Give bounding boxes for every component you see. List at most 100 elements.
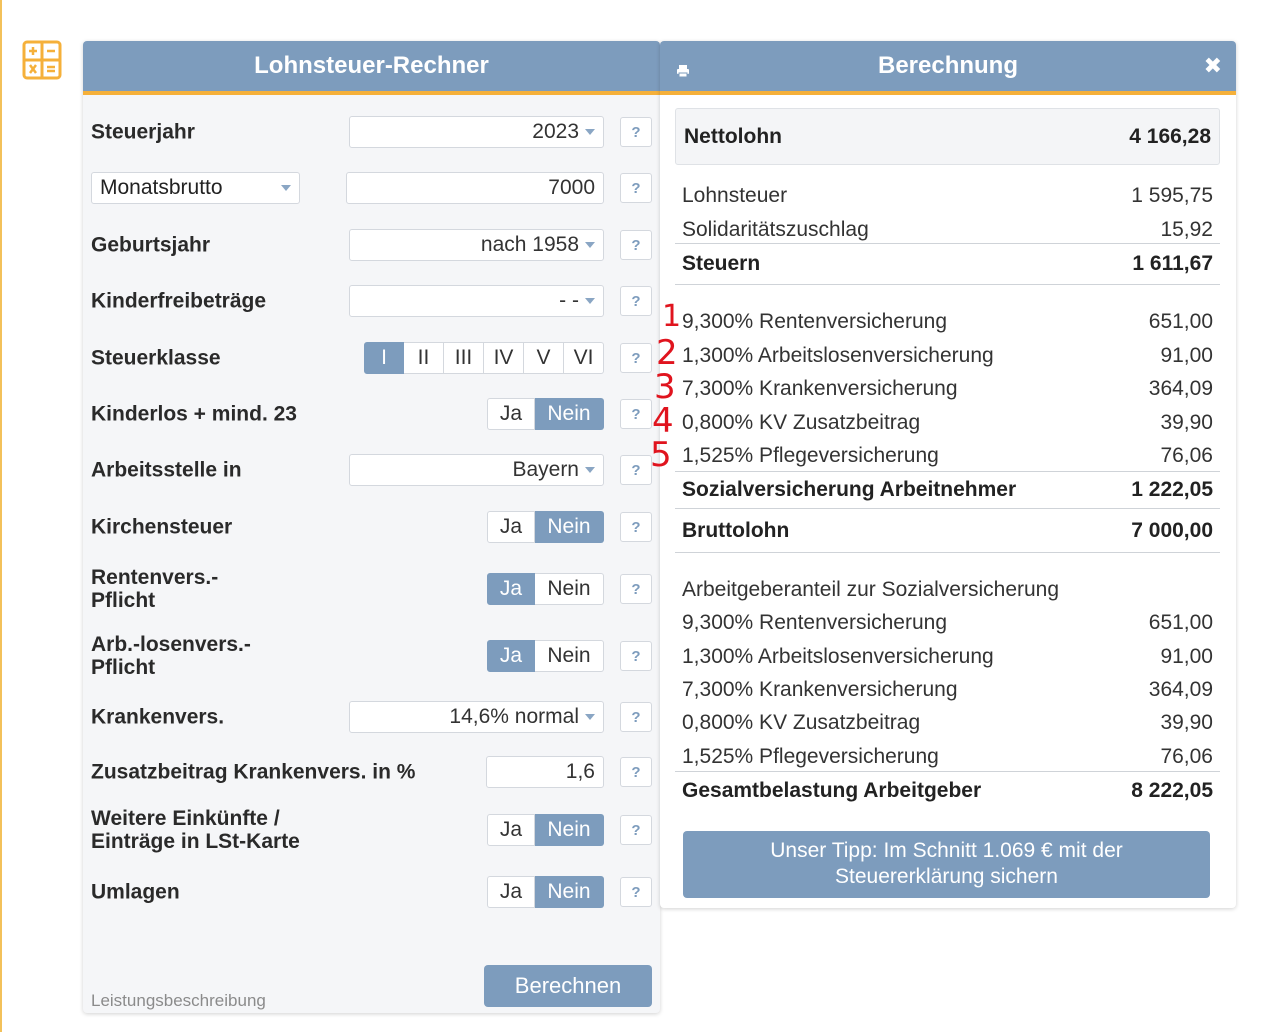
divider (675, 243, 1220, 244)
chevron-down-icon (585, 714, 595, 720)
calculator-icon[interactable] (22, 40, 62, 80)
gesamtbelastung-row: Gesamtbelastung Arbeitgeber 8 222,05 (682, 774, 1213, 807)
row-kinderlos: Kinderlos + mind. 23 Ja Nein ? (91, 394, 652, 434)
steuerklasse-option[interactable]: III (444, 342, 484, 374)
result-row: 0,800% KV Zusatzbeitrag 39,90 (682, 706, 1213, 739)
divider (675, 552, 1220, 553)
result-row-value: 651,00 (1148, 610, 1213, 634)
divider (675, 508, 1220, 509)
brutto-input[interactable]: 7000 (346, 172, 604, 204)
result-row: 7,300% Krankenversicherung 364,09 (682, 673, 1213, 706)
steuerklasse-option[interactable]: VI (564, 342, 604, 374)
rentenvers-label-line2: Pflicht (91, 589, 156, 612)
kinderlos-nein[interactable]: Nein (535, 398, 604, 430)
result-row: 1,525% Pflegeversicherung 76,06 (682, 439, 1213, 472)
kinderlos-ja[interactable]: Ja (487, 398, 535, 430)
bruttolohn-value: 7 000,00 (1131, 518, 1213, 542)
employer-heading: Arbeitgeberanteil zur Sozialversicherung (682, 573, 1213, 606)
row-zusatzbeitrag: Zusatzbeitrag Krankenvers. in % 1,6 ? (91, 752, 652, 792)
result-row-label: 0,800% KV Zusatzbeitrag (682, 710, 921, 734)
kinderlos-toggle: Ja Nein (487, 398, 604, 430)
help-button[interactable]: ? (620, 757, 652, 787)
sv-arbeitnehmer-label: Sozialversicherung Arbeitnehmer (682, 477, 1017, 501)
umlagen-toggle: Ja Nein (487, 876, 604, 908)
steuerklasse-option[interactable]: V (524, 342, 564, 374)
rentenvers-label: Rentenvers.- Pflicht (91, 566, 218, 612)
result-row-label: 7,300% Krankenversicherung (682, 376, 958, 400)
help-button[interactable]: ? (620, 117, 652, 147)
krankenvers-select[interactable]: 14,6% normal (349, 701, 604, 733)
kinder-value: - - (559, 289, 579, 312)
help-button[interactable]: ? (620, 702, 652, 732)
arblosenvers-label: Arb.-losenvers.- Pflicht (91, 633, 251, 679)
help-button[interactable]: ? (620, 173, 652, 203)
chevron-down-icon (281, 185, 291, 191)
arblosenvers-ja[interactable]: Ja (487, 640, 535, 672)
row-steuerklasse: Steuerklasse I II III IV V VI ? (91, 338, 652, 378)
close-icon[interactable]: ✖ (1204, 53, 1222, 79)
result-row-value: 364,09 (1148, 677, 1213, 701)
result-row: Lohnsteuer 1 595,75 (682, 179, 1213, 212)
divider (675, 471, 1220, 472)
kirchensteuer-nein[interactable]: Nein (535, 511, 604, 543)
help-button[interactable]: ? (620, 877, 652, 907)
kirchensteuer-ja[interactable]: Ja (487, 511, 535, 543)
print-icon[interactable] (676, 57, 690, 85)
result-row-value: 651,00 (1148, 309, 1213, 333)
zusatzbeitrag-input[interactable]: 1,6 (486, 756, 604, 788)
arbeitsstelle-select[interactable]: Bayern (349, 454, 604, 486)
steuerjahr-value: 2023 (532, 120, 579, 143)
result-row: 1,300% Arbeitslosenversicherung 91,00 (682, 640, 1213, 673)
arblosenvers-nein[interactable]: Nein (535, 640, 604, 672)
steuerklasse-option[interactable]: II (404, 342, 444, 374)
umlagen-ja[interactable]: Ja (487, 876, 535, 908)
steuerjahr-select[interactable]: 2023 (349, 116, 604, 148)
result-row-value: 76,06 (1160, 443, 1213, 467)
arbeitsstelle-value: Bayern (512, 458, 579, 481)
leistungsbeschreibung-link[interactable]: Leistungsbeschreibung (91, 991, 266, 1011)
result-row: 0,800% KV Zusatzbeitrag 39,90 (682, 406, 1213, 439)
help-button[interactable]: ? (620, 574, 652, 604)
weitere-toggle: Ja Nein (487, 814, 604, 846)
rentenvers-toggle: Ja Nein (487, 573, 604, 605)
krankenvers-label: Krankenvers. (91, 705, 225, 729)
kinder-select[interactable]: - - (349, 285, 604, 317)
steuern-total-row: Steuern 1 611,67 (682, 247, 1213, 280)
help-button[interactable]: ? (620, 230, 652, 260)
row-kirchensteuer: Kirchensteuer Ja Nein ? (91, 507, 652, 547)
result-row-label: Lohnsteuer (682, 183, 788, 207)
steuerklasse-option[interactable]: IV (484, 342, 524, 374)
help-button[interactable]: ? (620, 641, 652, 671)
row-umlagen: Umlagen Ja Nein ? (91, 872, 652, 912)
row-arbeitsstelle: Arbeitsstelle in Bayern ? (91, 450, 652, 490)
sv-arbeitnehmer-total-row: Sozialversicherung Arbeitnehmer 1 222,05 (682, 473, 1213, 506)
result-row: 7,300% Krankenversicherung 364,09 (682, 372, 1213, 405)
result-row-label: 1,300% Arbeitslosenversicherung (682, 343, 994, 367)
result-row: 9,300% Rentenversicherung 651,00 (682, 305, 1213, 338)
annotation-number: 1 (662, 300, 681, 334)
steuerklasse-segmented: I II III IV V VI (364, 342, 604, 374)
chevron-down-icon (585, 242, 595, 248)
umlagen-nein[interactable]: Nein (535, 876, 604, 908)
weitere-nein[interactable]: Nein (535, 814, 604, 846)
rentenvers-ja[interactable]: Ja (487, 573, 535, 605)
steuerklasse-option[interactable]: I (364, 342, 404, 374)
result-row-value: 76,06 (1160, 744, 1213, 768)
row-rentenvers: Rentenvers.- Pflicht Ja Nein ? (91, 566, 652, 612)
weitere-ja[interactable]: Ja (487, 814, 535, 846)
tip-line-1: Unser Tipp: Im Schnitt 1.069 € mit der (770, 839, 1123, 862)
result-row-label: 9,300% Rentenversicherung (682, 610, 948, 634)
result-row-label: 1,525% Pflegeversicherung (682, 443, 939, 467)
steuern-total-label: Steuern (682, 251, 761, 275)
rentenvers-nein[interactable]: Nein (535, 573, 604, 605)
help-button[interactable]: ? (620, 512, 652, 542)
geburtsjahr-select[interactable]: nach 1958 (349, 229, 604, 261)
nettolohn-label: Nettolohn (684, 124, 782, 148)
sv-arbeitnehmer-value: 1 222,05 (1131, 477, 1213, 501)
row-geburtsjahr: Geburtsjahr nach 1958 ? (91, 225, 652, 265)
tip-button[interactable]: Unser Tipp: Im Schnitt 1.069 € mit der S… (683, 831, 1210, 898)
brutto-mode-select[interactable]: Monatsbrutto (91, 172, 300, 204)
berechnen-button[interactable]: Berechnen (484, 965, 652, 1007)
result-row-label: 0,800% KV Zusatzbeitrag (682, 410, 921, 434)
help-button[interactable]: ? (620, 815, 652, 845)
